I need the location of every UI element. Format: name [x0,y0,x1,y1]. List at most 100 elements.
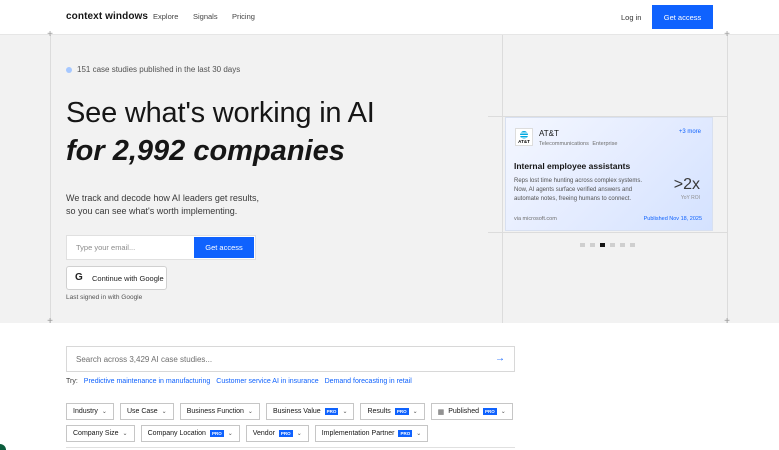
grid-line [50,35,51,323]
pro-badge: PRO [278,430,293,437]
carousel-pagination [580,243,635,247]
continue-with-google-button[interactable]: G Continue with Google [66,266,167,290]
filter-dropdown[interactable]: ▦ Published PRO ⌄ [430,403,513,420]
nav-link-pricing[interactable]: Pricing [232,12,255,21]
chevron-down-icon: ⌄ [122,431,128,437]
carousel-dot[interactable] [620,243,625,247]
hero-subtitle: We track and decode how AI leaders get r… [66,192,326,218]
suggestion-link[interactable]: Predictive maintenance in manufacturing [84,378,210,385]
get-access-button-top[interactable]: Get access [652,5,713,29]
search-suggestions: Try: Predictive maintenance in manufactu… [66,378,412,385]
card-description: Reps lost time hunting across complex sy… [514,178,643,202]
card-company: AT&T [539,129,559,138]
email-input[interactable] [67,236,195,259]
filter-dropdown[interactable]: Results PRO ⌄ [360,403,425,420]
filter-label: Industry [73,408,98,415]
pro-badge: PRO [324,408,339,415]
filter-label: Implementation Partner [321,430,395,437]
search-input[interactable] [67,347,487,371]
filter-label: Results [367,408,391,415]
crosshair-icon: + [724,316,730,327]
chevron-down-icon: ⌄ [227,431,233,437]
carousel-dot[interactable] [580,243,585,247]
try-label: Try: [66,378,78,385]
pro-badge: PRO [209,430,224,437]
filter-row: Industry ⌄ Use Case ⌄ Business Function ⌄ Busi… [66,403,526,420]
corner-badge-icon [0,444,6,450]
filter-dropdown[interactable]: Use Case ⌄ [119,403,174,420]
google-button-label: Continue with Google [92,273,164,283]
crosshair-icon: + [47,316,53,327]
pro-badge: PRO [394,408,409,415]
filter-row: Company Size ⌄ Company Location PRO ⌄ Vendor P… [66,425,526,442]
filter-dropdown[interactable]: Vendor PRO ⌄ [245,425,309,442]
pro-badge: PRO [398,430,413,437]
login-link[interactable]: Log in [621,13,641,22]
chevron-down-icon: ⌄ [101,409,107,415]
headline-line-2: for 2,992 companies [66,135,345,167]
chevron-down-icon: ⌄ [247,409,253,415]
filter-label: Company Size [73,430,119,437]
filter-label: Company Location [147,430,206,437]
carousel-dot[interactable] [630,243,635,247]
filter-dropdown[interactable]: Company Location PRO ⌄ [140,425,240,442]
filter-dropdown[interactable]: Company Size ⌄ [66,425,135,442]
grid-line [488,232,728,233]
filter-dropdown[interactable]: Business Function ⌄ [179,403,260,420]
case-study-search: → [66,346,515,372]
brand-logo[interactable]: context windows [66,11,148,22]
card-more-tags[interactable]: +3 more [679,129,701,135]
chevron-down-icon: ⌄ [342,409,348,415]
pro-badge: PRO [482,408,497,415]
carousel-dot[interactable] [590,243,595,247]
card-published-date: Published Nov 18, 2025 [643,216,702,222]
filter-dropdown[interactable]: Business Value PRO ⌄ [265,403,355,420]
filter-label: Business Function [186,408,244,415]
chevron-down-icon: ⌄ [412,409,418,415]
nav-link-signals[interactable]: Signals [193,12,218,21]
divider [66,447,515,448]
chevron-down-icon: ⌄ [416,431,422,437]
get-access-button[interactable]: Get access [194,237,254,258]
email-signup-form: Get access [66,235,256,260]
att-logo-icon: AT&T [515,128,533,146]
headline-line-1: See what's working in AI [66,97,375,129]
carousel-dot[interactable] [600,243,605,247]
carousel-dot[interactable] [610,243,615,247]
badge-text: 151 case studies published in the last 3… [77,65,241,74]
last-signed-in-note: Last signed in with Google [66,294,143,301]
google-icon: G [75,272,83,283]
filter-label: Vendor [252,430,275,437]
recent-count-badge: 151 case studies published in the last 3… [66,65,240,74]
card-source[interactable]: via microsoft.com [514,216,557,222]
status-dot-icon [66,66,72,73]
grid-line [727,35,728,323]
filter-dropdown[interactable]: Industry ⌄ [66,403,114,420]
top-nav: context windows Explore Signals Pricing … [0,0,779,35]
chevron-down-icon: ⌄ [161,409,167,415]
grid-line [502,35,503,323]
suggestion-link[interactable]: Customer service AI in insurance [216,378,318,385]
case-study-card[interactable]: AT&T AT&T Telecommunications Enterprise … [505,117,713,231]
card-title: Internal employee assistants [514,161,631,171]
filter-label: Use Case [126,408,158,415]
subtitle-line-2: so you can see what's worth implementing… [66,206,238,216]
crosshair-icon: + [724,29,730,40]
subtitle-line-1: We track and decode how AI leaders get r… [66,193,259,203]
card-metric-label: YoY ROI [680,195,700,201]
filter-bar: Industry ⌄ Use Case ⌄ Business Function ⌄ Busi… [66,403,526,447]
crosshair-icon: + [47,29,53,40]
calendar-icon: ▦ [437,408,445,416]
chevron-down-icon: ⌄ [500,409,506,415]
filter-dropdown[interactable]: Implementation Partner PRO ⌄ [314,425,429,442]
card-metric: >2x [673,176,700,193]
card-tags: Telecommunications Enterprise [539,141,618,147]
chevron-down-icon: ⌄ [296,431,302,437]
hero-section: + + + + 151 case studies published in th… [0,30,779,327]
nav-link-explore[interactable]: Explore [153,12,178,21]
filter-label: Published [448,408,479,415]
att-globe-icon [520,130,528,139]
arrow-right-icon[interactable]: → [495,353,505,365]
suggestion-link[interactable]: Demand forecasting in retail [325,378,412,385]
filter-label: Business Value [272,408,321,415]
